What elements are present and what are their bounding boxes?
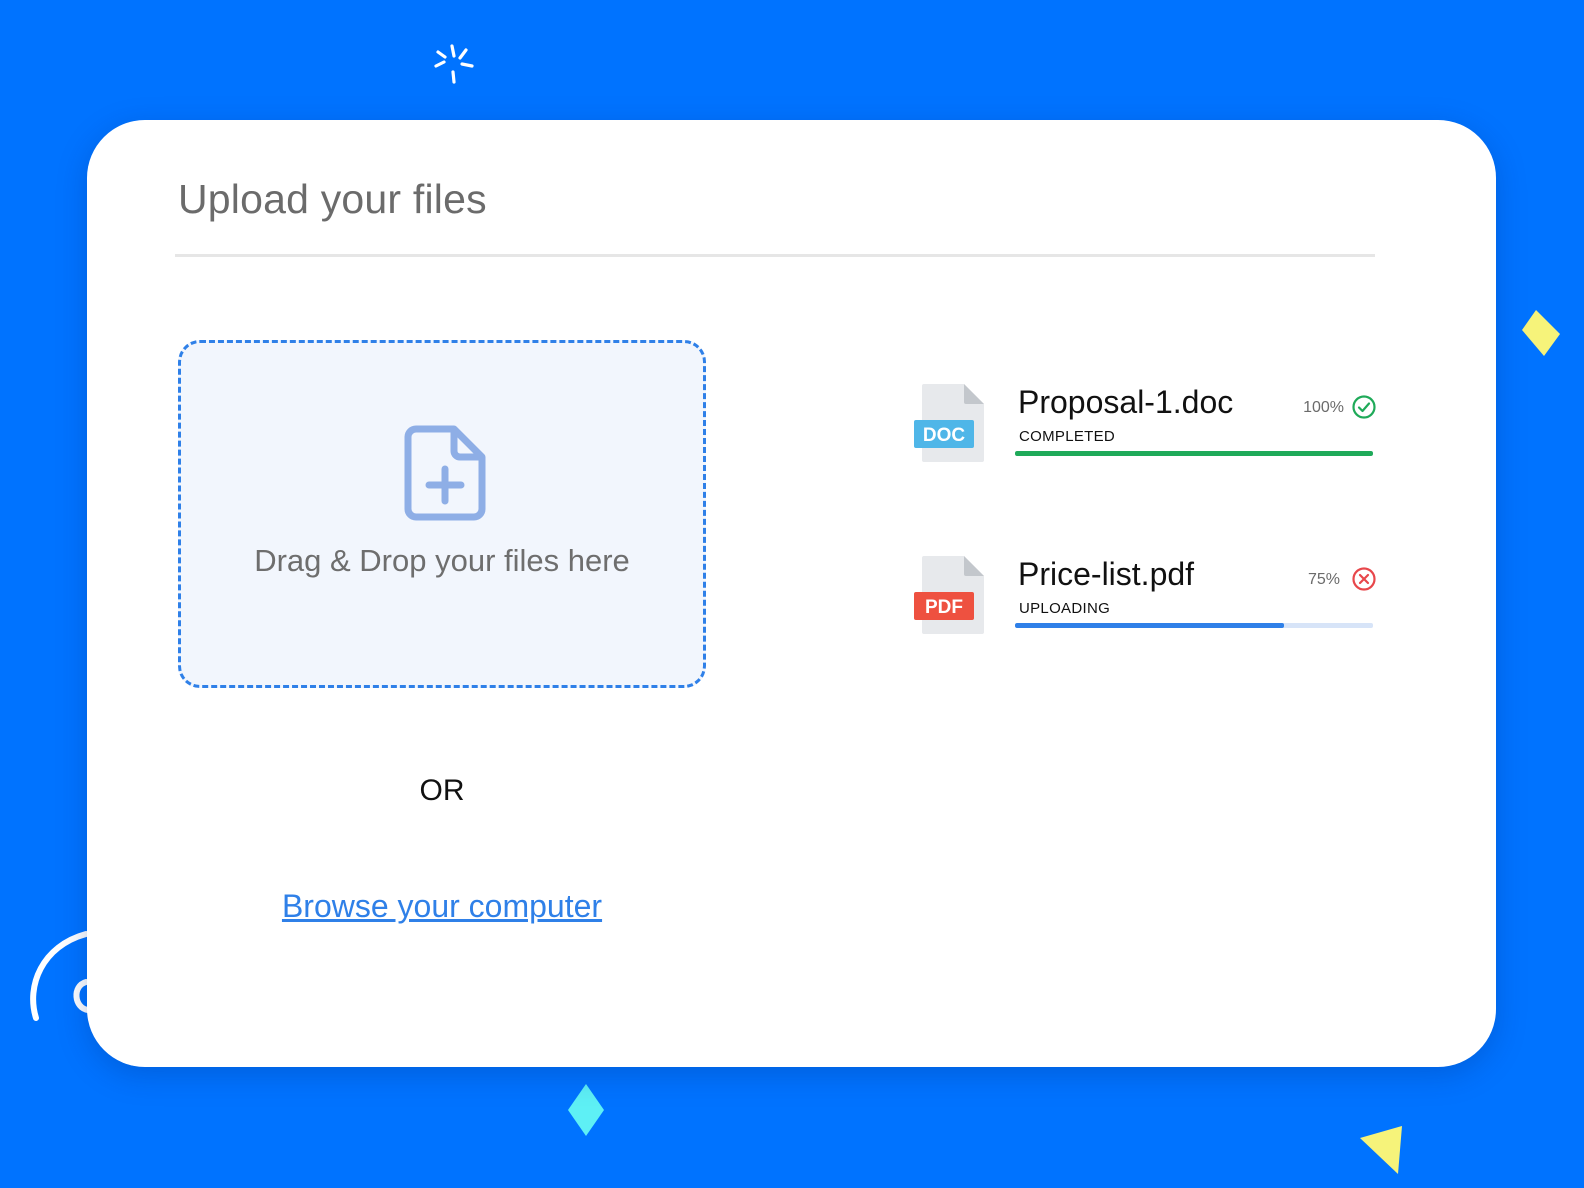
file-plus-icon [404,425,486,521]
drop-zone[interactable]: Drag & Drop your files here [178,340,706,688]
title-divider [175,254,1375,257]
file-name: Price-list.pdf [1018,556,1195,592]
file-status: COMPLETED [1019,428,1116,445]
progress-percent: 100% [1303,399,1344,416]
pdf-file-icon: PDF [914,556,984,634]
progress-percent: 75% [1307,571,1340,588]
sparkle-decoration-icon [434,44,474,84]
file-item-proposal: DOC Proposal-1.doc COMPLETED 100% [912,382,1377,472]
file-name: Proposal-1.doc [1018,384,1234,420]
pdf-badge-label: PDF [925,597,963,618]
browse-computer-link[interactable]: Browse your computer [178,888,706,925]
cyan-diamond-decoration-icon [568,1084,604,1136]
or-separator: OR [419,774,465,807]
progress-fill [1015,451,1373,456]
yellow-diamond-decoration-icon [1522,310,1560,356]
page-title: Upload your files [178,176,487,222]
progress-bar [1015,623,1373,628]
doc-file-icon: DOC [914,384,984,462]
drop-zone-text: Drag & Drop your files here [254,543,630,578]
upload-screen: Upload your files Drag & Drop your files… [0,0,1584,1188]
yellow-triangle-decoration-icon [1360,1126,1402,1174]
progress-bar [1015,451,1373,456]
file-item-price-list: PDF Price-list.pdf UPLOADING 75% [912,554,1377,644]
check-circle-icon [1352,395,1376,419]
file-status: UPLOADING [1019,600,1111,617]
progress-fill [1015,623,1284,628]
cancel-circle-icon[interactable] [1351,566,1377,592]
upload-card: Upload your files Drag & Drop your files… [87,120,1496,1067]
doc-badge-label: DOC [923,425,966,446]
